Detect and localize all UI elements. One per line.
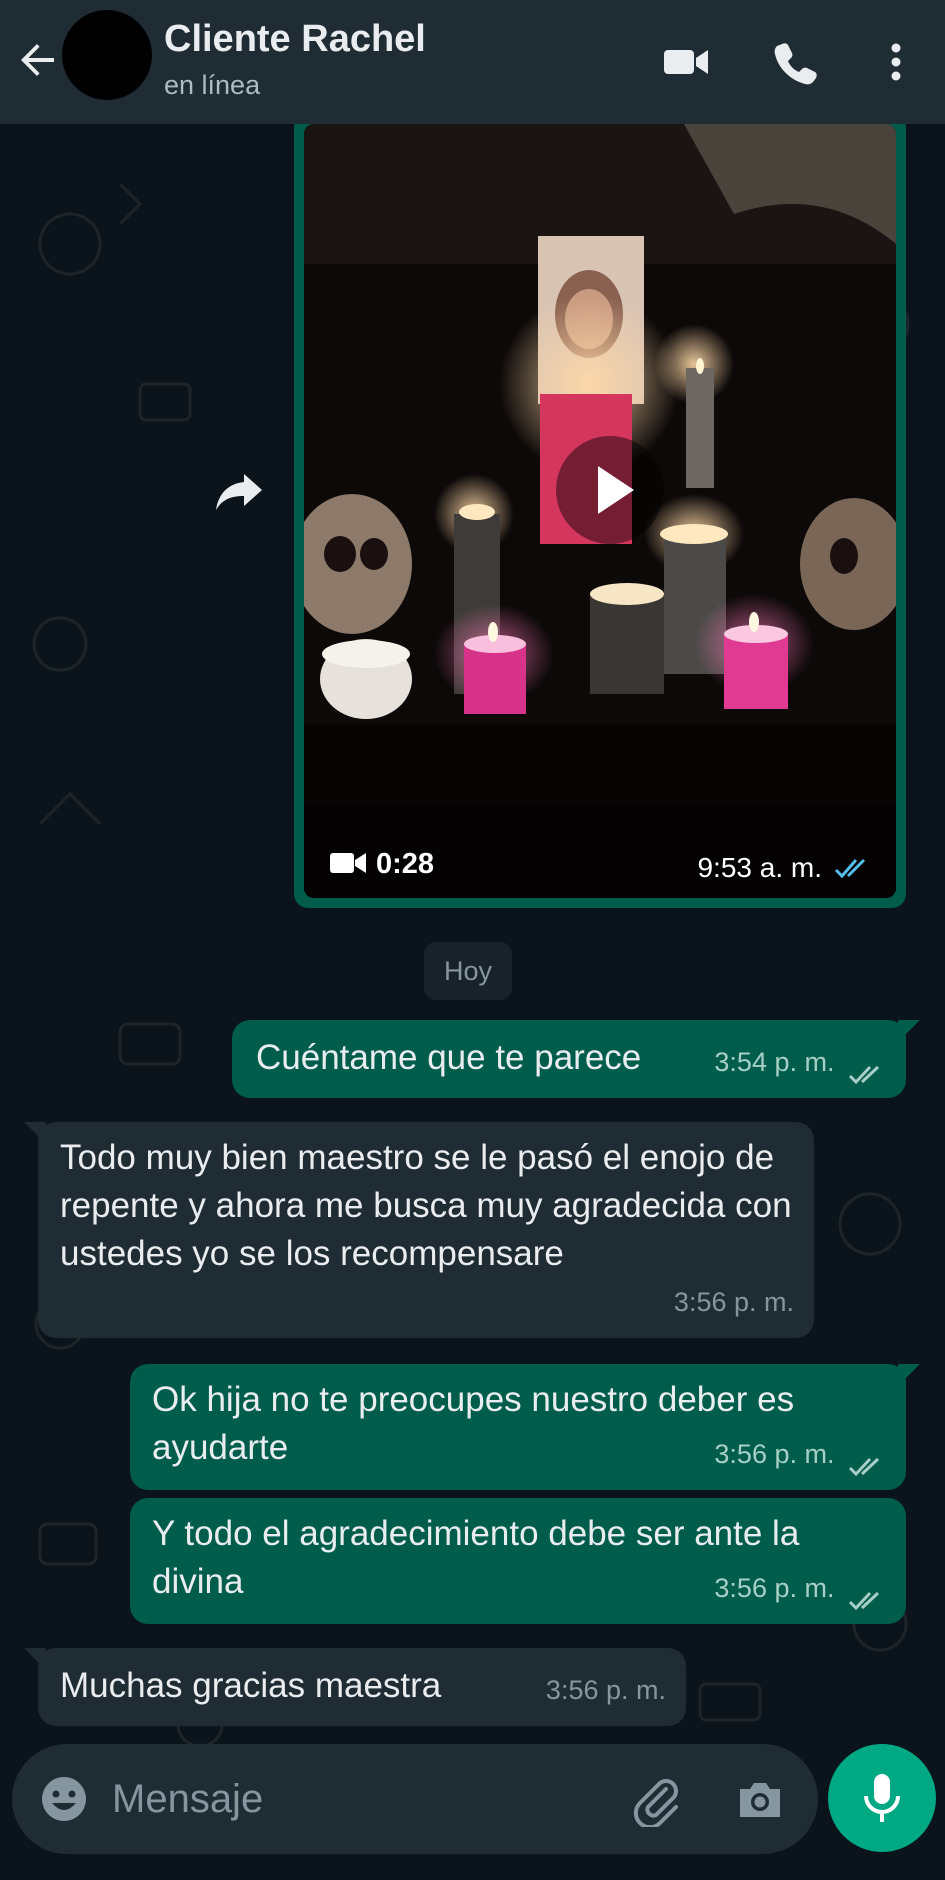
message-meta: 3:56 p. m. xyxy=(714,1564,886,1612)
avatar[interactable] xyxy=(62,10,152,100)
message-outgoing[interactable]: Cuéntame que te parece 3:54 p. m. xyxy=(232,1020,920,1098)
message-time: 3:56 p. m. xyxy=(714,1573,835,1603)
camera-icon[interactable] xyxy=(732,1771,788,1827)
video-thumbnail[interactable]: 0:28 9:53 a. m. xyxy=(304,124,896,898)
date-divider: Hoy xyxy=(424,942,513,1000)
message-time: 3:56 p. m. xyxy=(714,1439,835,1469)
message-composer xyxy=(12,1744,818,1854)
contact-name[interactable]: Cliente Rachel xyxy=(164,18,426,61)
message-meta: 3:56 p. m. xyxy=(714,1430,886,1478)
forward-icon[interactable] xyxy=(210,460,268,518)
message-time: 3:54 p. m. xyxy=(714,1047,835,1077)
emoji-icon[interactable] xyxy=(36,1771,92,1827)
microphone-icon xyxy=(864,1774,900,1822)
bubble-tail xyxy=(24,1122,46,1144)
bubble-tail xyxy=(898,1364,920,1386)
message-outgoing[interactable]: Y todo el agradecimiento debe ser ante l… xyxy=(130,1498,906,1624)
chat-area[interactable]: 0:28 9:53 a. m. Hoy Cuéntame que te pare… xyxy=(0,124,945,1880)
message-meta: 3:54 p. m. xyxy=(714,1038,886,1086)
contact-status: en línea xyxy=(164,70,261,100)
message-text: Todo muy bien maestro se le pasó el enoj… xyxy=(60,1138,802,1273)
delivered-ticks-icon xyxy=(848,1579,886,1611)
message-incoming[interactable]: Todo muy bien maestro se le pasó el enoj… xyxy=(24,1122,814,1338)
message-incoming[interactable]: Muchas gracias maestra 3:56 p. m. xyxy=(24,1648,686,1726)
microphone-button[interactable] xyxy=(828,1744,936,1852)
video-camera-icon xyxy=(330,850,366,876)
message-time: 3:56 p. m. xyxy=(673,1287,794,1317)
message-time: 9:53 a. m. xyxy=(697,852,822,883)
message-time: 3:56 p. m. xyxy=(545,1675,666,1705)
video-call-icon[interactable] xyxy=(658,34,714,90)
delivered-ticks-icon xyxy=(848,1053,886,1085)
message-input[interactable] xyxy=(112,1764,612,1834)
message-text: Cuéntame que te parece xyxy=(256,1038,642,1077)
bubble-tail xyxy=(24,1648,46,1670)
chat-header: Cliente Rachel en línea xyxy=(0,0,945,124)
video-message[interactable]: 0:28 9:53 a. m. xyxy=(294,124,906,908)
read-ticks-icon xyxy=(834,856,872,880)
message-meta: 3:56 p. m. xyxy=(546,1666,666,1714)
message-outgoing[interactable]: Ok hija no te preocupes nuestro deber es… xyxy=(130,1364,920,1490)
message-meta: 3:56 p. m. xyxy=(674,1278,794,1326)
phone-icon[interactable] xyxy=(768,34,824,90)
message-text: Muchas gracias maestra xyxy=(60,1666,442,1705)
play-button[interactable] xyxy=(554,434,666,546)
delivered-ticks-icon xyxy=(848,1445,886,1477)
video-duration: 0:28 xyxy=(376,848,435,880)
more-vert-icon[interactable] xyxy=(868,34,924,90)
back-arrow-icon[interactable] xyxy=(14,36,62,84)
attach-icon[interactable] xyxy=(628,1771,684,1830)
bubble-tail xyxy=(898,1020,920,1042)
